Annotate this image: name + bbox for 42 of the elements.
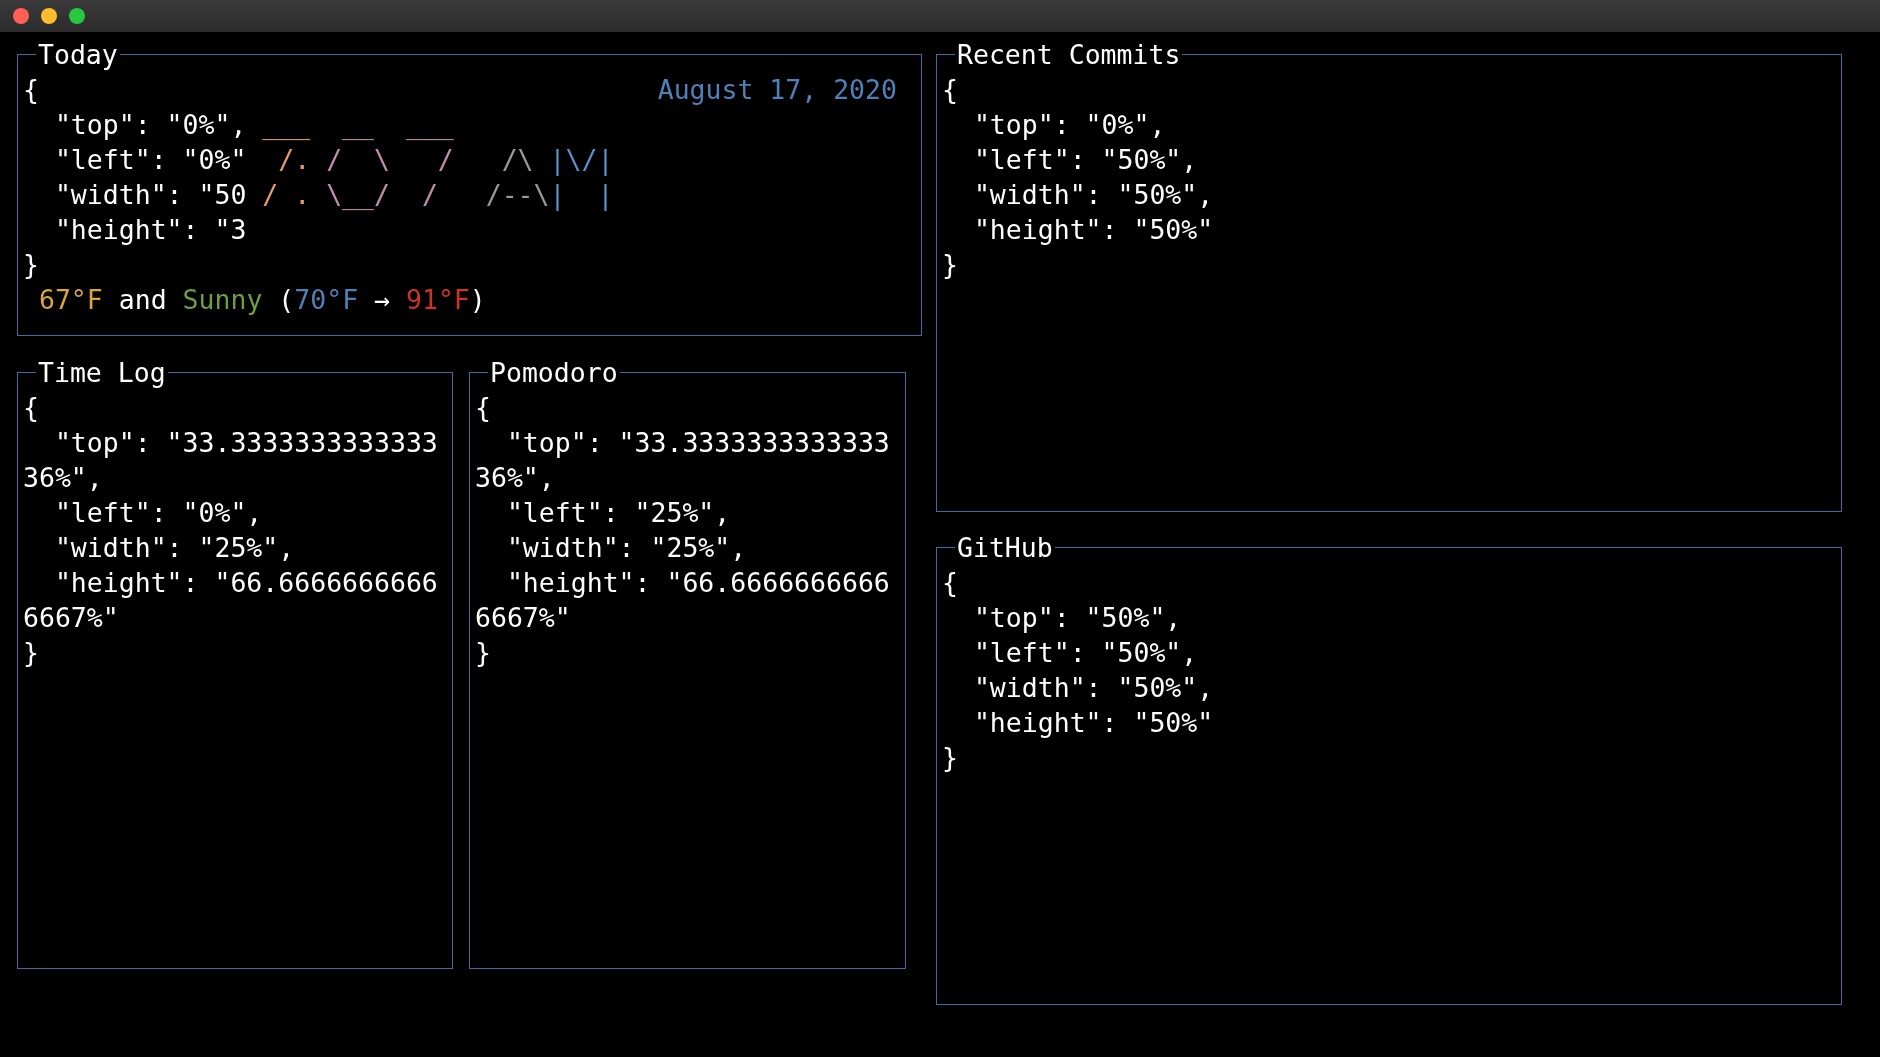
code-line: } [23,636,39,670]
code-line: 6667%" [23,601,119,635]
code-line: "left": "0%" [53,143,247,177]
code-line: "left": "50%", [972,143,1198,177]
code-line: 36%", [475,461,555,495]
code-line: "width": "50%", [972,178,1214,212]
code-line: 6667%" [475,601,571,635]
clock-art-line: / . \__/ / /--\| | [261,178,614,212]
code-line: "top": "33.3333333333333 [505,426,890,460]
code-line: "left": "50%", [972,636,1198,670]
code-line: { [23,391,39,425]
code-line: "top": "0%", [53,108,247,142]
code-line: "height": "3 [53,213,247,247]
code-line: "top": "50%", [972,601,1182,635]
code-line: { [942,566,958,600]
code-line: { [942,73,958,107]
clock-art-line: ___ __ ___ [261,108,454,142]
code-line: "height": "50%" [972,213,1214,247]
clock-art-line: /. / \ / /\ |\/| [277,143,614,177]
code-line: } [475,636,491,670]
code-line: 36%", [23,461,103,495]
date-text: August 17, 2020 [657,73,897,107]
code-line: "top": "33.3333333333333 [53,426,438,460]
code-line: "width": "25%", [53,531,295,565]
code-line: "height": "50%" [972,706,1214,740]
code-line: "left": "0%", [53,496,263,530]
code-line: "top": "0%", [972,108,1166,142]
code-line: "width": "50 [53,178,247,212]
code-line: "width": "25%", [505,531,747,565]
weather-summary: 67°F and Sunny (70°F → 91°F) [37,283,486,317]
minimize-button[interactable] [41,8,57,24]
code-line: "height": "66.6666666666 [53,566,438,600]
code-line: "height": "66.6666666666 [505,566,890,600]
code-line: "width": "50%", [972,671,1214,705]
code-line: } [942,741,958,775]
code-line: { [23,73,39,107]
code-line: { [475,391,491,425]
zoom-button[interactable] [69,8,85,24]
code-line: "left": "25%", [505,496,731,530]
code-line: } [23,248,39,282]
code-line: } [942,248,958,282]
close-button[interactable] [13,8,29,24]
